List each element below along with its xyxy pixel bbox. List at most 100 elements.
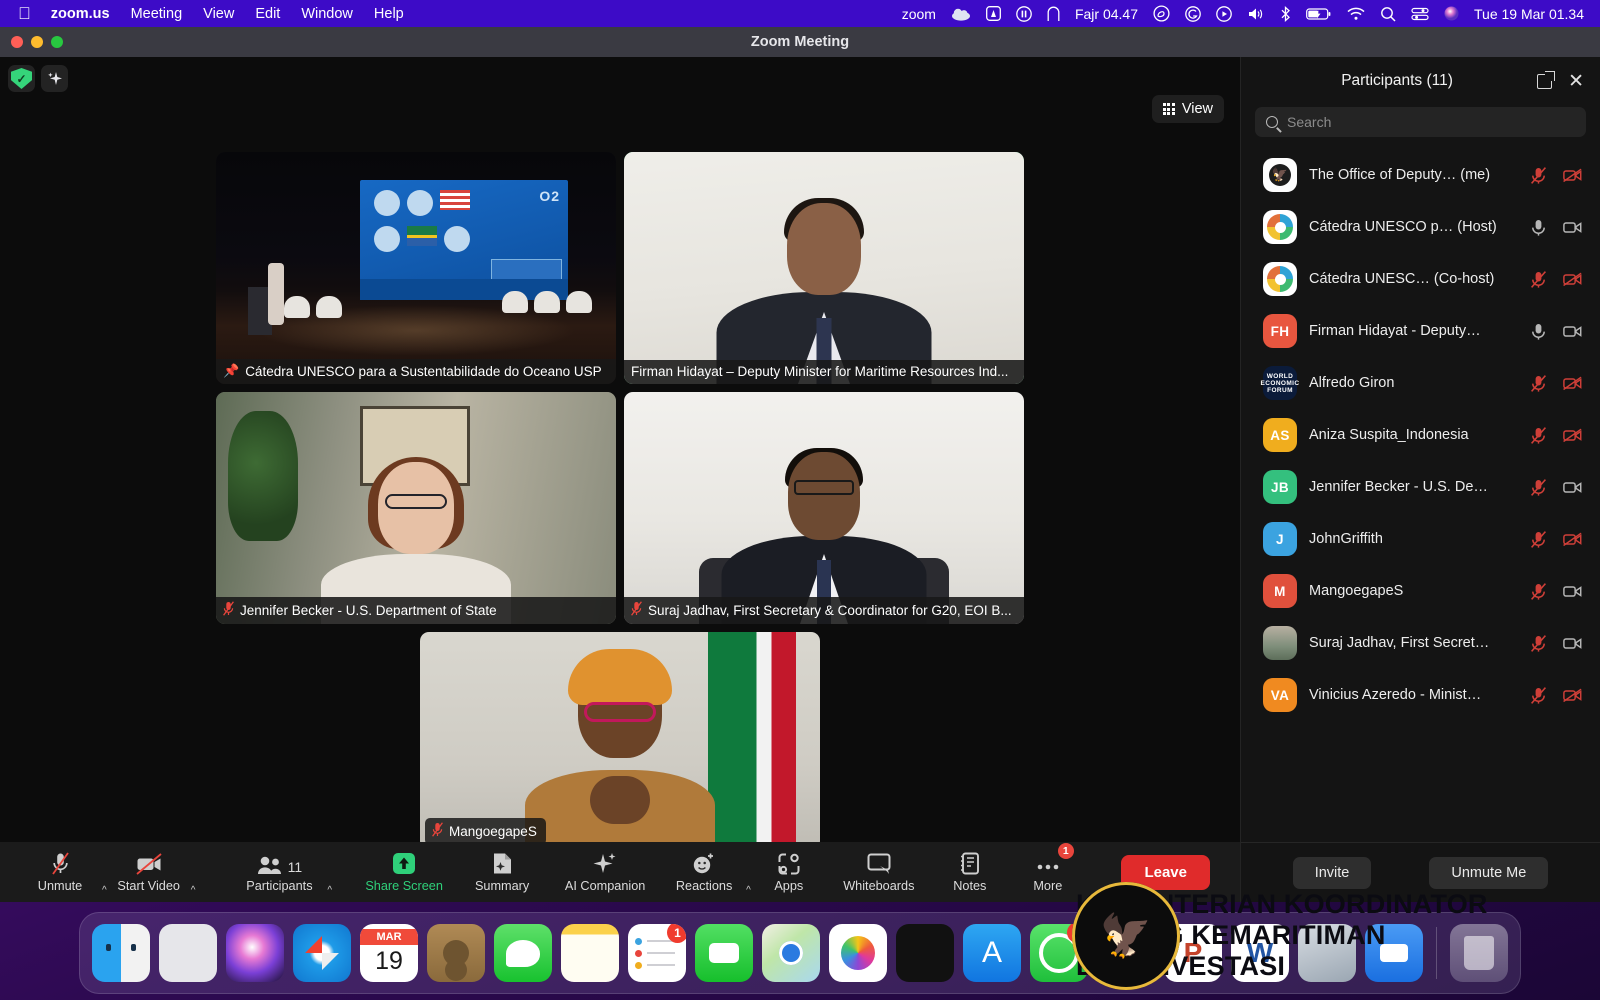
wifi-icon[interactable] xyxy=(1347,7,1365,21)
mic-muted-icon[interactable] xyxy=(1529,270,1548,289)
participant-row[interactable]: JJohnGriffith xyxy=(1241,513,1600,565)
camera-icon[interactable] xyxy=(1563,218,1582,237)
summary-button[interactable]: Summary xyxy=(456,844,548,900)
mic-muted-icon[interactable] xyxy=(1529,478,1548,497)
bluetooth-icon[interactable] xyxy=(1280,6,1291,22)
whiteboards-button[interactable]: Whiteboards xyxy=(827,844,931,900)
video-tile-firman[interactable]: Firman Hidayat – Deputy Minister for Mar… xyxy=(624,152,1024,384)
participant-row[interactable]: FHFirman Hidayat - Deputy… xyxy=(1241,305,1600,357)
dock-zoom-app-icon[interactable] xyxy=(1365,924,1423,982)
camera-off-icon[interactable] xyxy=(1563,166,1582,185)
menu-item-edit[interactable]: Edit xyxy=(255,6,280,22)
apps-button[interactable]: Apps xyxy=(751,844,827,900)
menu-item-view[interactable]: View xyxy=(203,6,234,22)
dock-calendar-icon[interactable]: MAR19 xyxy=(360,924,418,982)
camera-off-icon[interactable] xyxy=(1563,686,1582,705)
dock-photos-icon[interactable] xyxy=(829,924,887,982)
menu-item-help[interactable]: Help xyxy=(374,6,404,22)
video-options-caret[interactable]: ^ xyxy=(191,885,196,896)
prayer-time-icon[interactable] xyxy=(1047,6,1060,22)
camera-icon[interactable] xyxy=(1563,634,1582,653)
dock-launchpad-icon[interactable] xyxy=(159,924,217,982)
menubar-zoom-status[interactable]: zoom xyxy=(902,6,936,22)
record-icon[interactable] xyxy=(1216,6,1232,22)
dock-contacts-icon[interactable] xyxy=(427,924,485,982)
mic-muted-icon[interactable] xyxy=(1529,686,1548,705)
minimize-window-button[interactable] xyxy=(31,36,43,48)
share-screen-button[interactable]: Share Screen xyxy=(352,844,456,900)
camera-icon[interactable] xyxy=(1563,322,1582,341)
apple-menu-icon[interactable]:  xyxy=(18,4,31,24)
ai-companion-button[interactable]: AI Companion xyxy=(548,844,662,900)
dock-app-store-icon[interactable] xyxy=(963,924,1021,982)
participant-row[interactable]: JBJennifer Becker - U.S. De… xyxy=(1241,461,1600,513)
video-tile-mangoegapes[interactable]: MangoegapeS xyxy=(420,632,820,850)
macos-dock[interactable]: MAR19151 xyxy=(79,912,1521,994)
participant-row[interactable]: VAVinicius Azeredo - Minist… xyxy=(1241,669,1600,721)
notes-button[interactable]: Notes xyxy=(931,844,1009,900)
participant-row[interactable]: WORLDECONOMICFORUMAlfredo Giron xyxy=(1241,357,1600,409)
close-window-button[interactable] xyxy=(11,36,23,48)
unmute-button[interactable]: Unmute xyxy=(18,844,102,900)
search-box[interactable] xyxy=(1255,107,1586,137)
participant-row[interactable]: Cátedra UNESC… (Co-host) xyxy=(1241,253,1600,305)
dock-notes-icon[interactable] xyxy=(561,924,619,982)
participant-row[interactable]: Suraj Jadhav, First Secret… xyxy=(1241,617,1600,669)
dock-word-icon[interactable] xyxy=(1231,924,1289,982)
camera-off-icon[interactable] xyxy=(1563,374,1582,393)
participant-row[interactable]: ASAniza Suspita_Indonesia xyxy=(1241,409,1600,461)
camera-off-icon[interactable] xyxy=(1563,270,1582,289)
participants-list[interactable]: 🦅The Office of Deputy… (me)Cátedra UNESC… xyxy=(1241,147,1600,842)
dock-messages-icon[interactable] xyxy=(494,924,552,982)
control-center-icon[interactable] xyxy=(1411,7,1429,21)
dock-reminders-icon[interactable]: 1 xyxy=(628,924,686,982)
menubar-clock[interactable]: Tue 19 Mar 01.34 xyxy=(1474,6,1584,22)
popout-icon[interactable] xyxy=(1537,74,1552,89)
grammarly-icon[interactable] xyxy=(1185,6,1201,22)
mic-muted-icon[interactable] xyxy=(1529,426,1548,445)
dock-apple-tv-icon[interactable] xyxy=(896,924,954,982)
dock-facetime-icon[interactable] xyxy=(695,924,753,982)
video-tile-unesco[interactable]: O2 📌 Cátedra UNESCO p xyxy=(216,152,616,384)
dock-siri-icon[interactable] xyxy=(226,924,284,982)
dock-maps-icon[interactable] xyxy=(762,924,820,982)
participants-button[interactable]: 11 Participants xyxy=(231,844,327,900)
participant-row[interactable]: Cátedra UNESCO p… (Host) xyxy=(1241,201,1600,253)
maximize-window-button[interactable] xyxy=(51,36,63,48)
close-icon[interactable]: ✕ xyxy=(1568,72,1584,91)
menu-app-name[interactable]: zoom.us xyxy=(51,6,110,22)
start-video-button[interactable]: Start Video xyxy=(107,844,191,900)
mic-muted-icon[interactable] xyxy=(1529,582,1548,601)
mic-muted-icon[interactable] xyxy=(1529,530,1548,549)
dock-preview-icon[interactable] xyxy=(1298,924,1356,982)
search-icon[interactable] xyxy=(1380,6,1396,22)
mic-icon[interactable] xyxy=(1529,218,1548,237)
camera-off-icon[interactable] xyxy=(1563,426,1582,445)
shield-check-icon[interactable]: ✓ xyxy=(8,65,35,92)
menu-item-meeting[interactable]: Meeting xyxy=(131,6,183,22)
adobe-icon[interactable] xyxy=(986,6,1001,21)
battery-icon[interactable] xyxy=(1306,7,1332,21)
menu-item-window[interactable]: Window xyxy=(301,6,353,22)
volume-icon[interactable] xyxy=(1247,7,1265,21)
more-button[interactable]: 1 More xyxy=(1009,844,1087,900)
unmute-me-button[interactable]: Unmute Me xyxy=(1429,857,1548,889)
search-input[interactable] xyxy=(1287,114,1575,130)
mic-icon[interactable] xyxy=(1529,322,1548,341)
video-tile-suraj[interactable]: Suraj Jadhav, First Secretary & Coordina… xyxy=(624,392,1024,624)
camera-icon[interactable] xyxy=(1563,582,1582,601)
ai-sparkle-icon[interactable] xyxy=(41,65,68,92)
siri-icon[interactable] xyxy=(1444,6,1459,21)
pause-icon[interactable] xyxy=(1016,6,1032,22)
reactions-button[interactable]: Reactions xyxy=(662,844,746,900)
dock-trash-icon[interactable] xyxy=(1450,924,1508,982)
participant-row[interactable]: 🦅The Office of Deputy… (me) xyxy=(1241,149,1600,201)
creative-cloud-icon[interactable] xyxy=(1153,5,1170,22)
camera-icon[interactable] xyxy=(1563,478,1582,497)
dock-safari-icon[interactable] xyxy=(293,924,351,982)
invite-button[interactable]: Invite xyxy=(1293,857,1372,889)
camera-off-icon[interactable] xyxy=(1563,530,1582,549)
view-layout-button[interactable]: View xyxy=(1152,95,1224,123)
mic-muted-icon[interactable] xyxy=(1529,166,1548,185)
cloud-icon[interactable] xyxy=(951,7,971,21)
